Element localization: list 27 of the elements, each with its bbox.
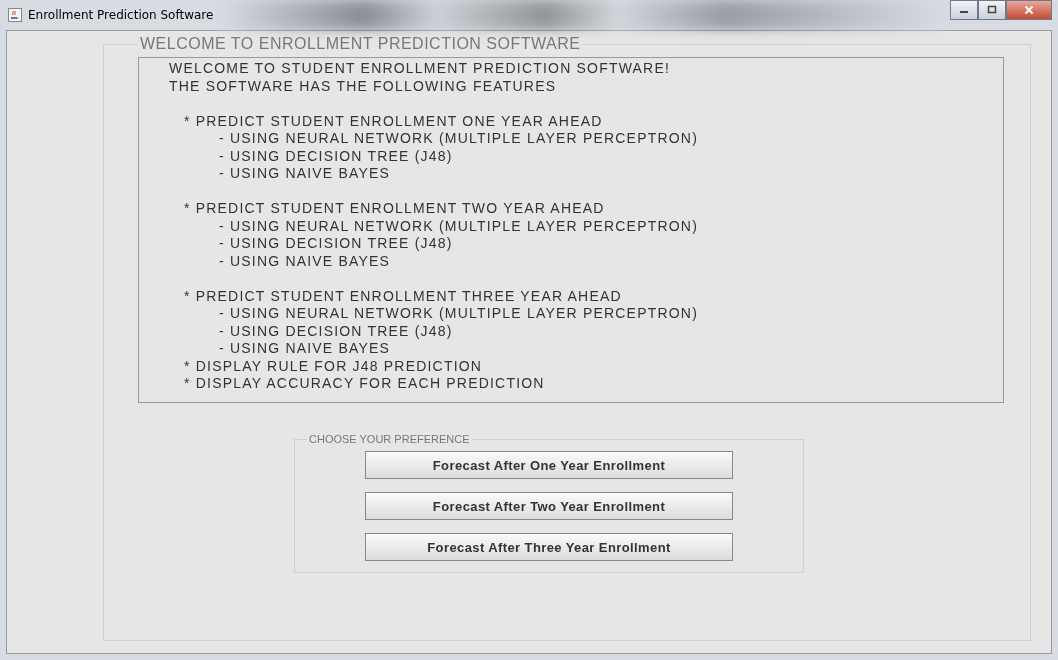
forecast-button[interactable]: Forecast After Two Year Enrollment (365, 492, 733, 520)
minimize-button[interactable] (950, 0, 978, 20)
group-title: CHOOSE YOUR PREFERENCE (308, 433, 471, 445)
text-line: * DISPLAY RULE FOR J48 PREDICTION (183, 357, 484, 375)
text-line: THE SOFTWARE HAS THE FOLLOWING FEATURES (169, 77, 558, 95)
maximize-icon (987, 5, 997, 15)
text-line: * PREDICT STUDENT ENROLLMENT THREE YEAR AHEAD (183, 287, 623, 305)
text-line: * PREDICT STUDENT ENROLLMENT ONE YEAR AHEAD (183, 112, 604, 130)
text-line: - USING NAIVE BAYES (218, 340, 392, 358)
text-line: - USING DECISION TREE (J48) (218, 147, 454, 165)
text-line: * PREDICT STUDENT ENROLLMENT TWO YEAR AHEAD (183, 200, 606, 218)
group-title: WELCOME TO ENROLLMENT PREDICTION SOFTWARE (139, 35, 582, 53)
text-line: - USING NAIVE BAYES (218, 165, 392, 183)
text-line: WELCOME TO STUDENT ENROLLMENT PREDICTION SOFTWARE! (169, 60, 672, 78)
text-line: - USING DECISION TREE (J48) (218, 235, 454, 253)
text-line: - USING NEURAL NETWORK (MULTIPLE LAYER PERCEPTRON) (218, 217, 699, 235)
text-line: - USING NEURAL NETWORK (MULTIPLE LAYER PERCEPTRON) (218, 305, 699, 323)
text-line: * DISPLAY ACCURACY FOR EACH PREDICTION (183, 375, 546, 393)
forecast-button[interactable]: Forecast After Three Year Enrollment (365, 533, 733, 561)
text-line: - USING NEURAL NETWORK (MULTIPLE LAYER PERCEPTRON) (218, 130, 699, 148)
text-line: - USING DECISION TREE (J48) (218, 322, 454, 340)
maximize-button[interactable] (978, 0, 1006, 20)
text-line: - USING NAIVE BAYES (218, 252, 392, 270)
close-icon (1024, 5, 1034, 15)
close-button[interactable] (1006, 0, 1052, 20)
window-title: Enrollment Prediction Software (28, 8, 214, 22)
forecast-button[interactable]: Forecast After One Year Enrollment (365, 451, 733, 479)
